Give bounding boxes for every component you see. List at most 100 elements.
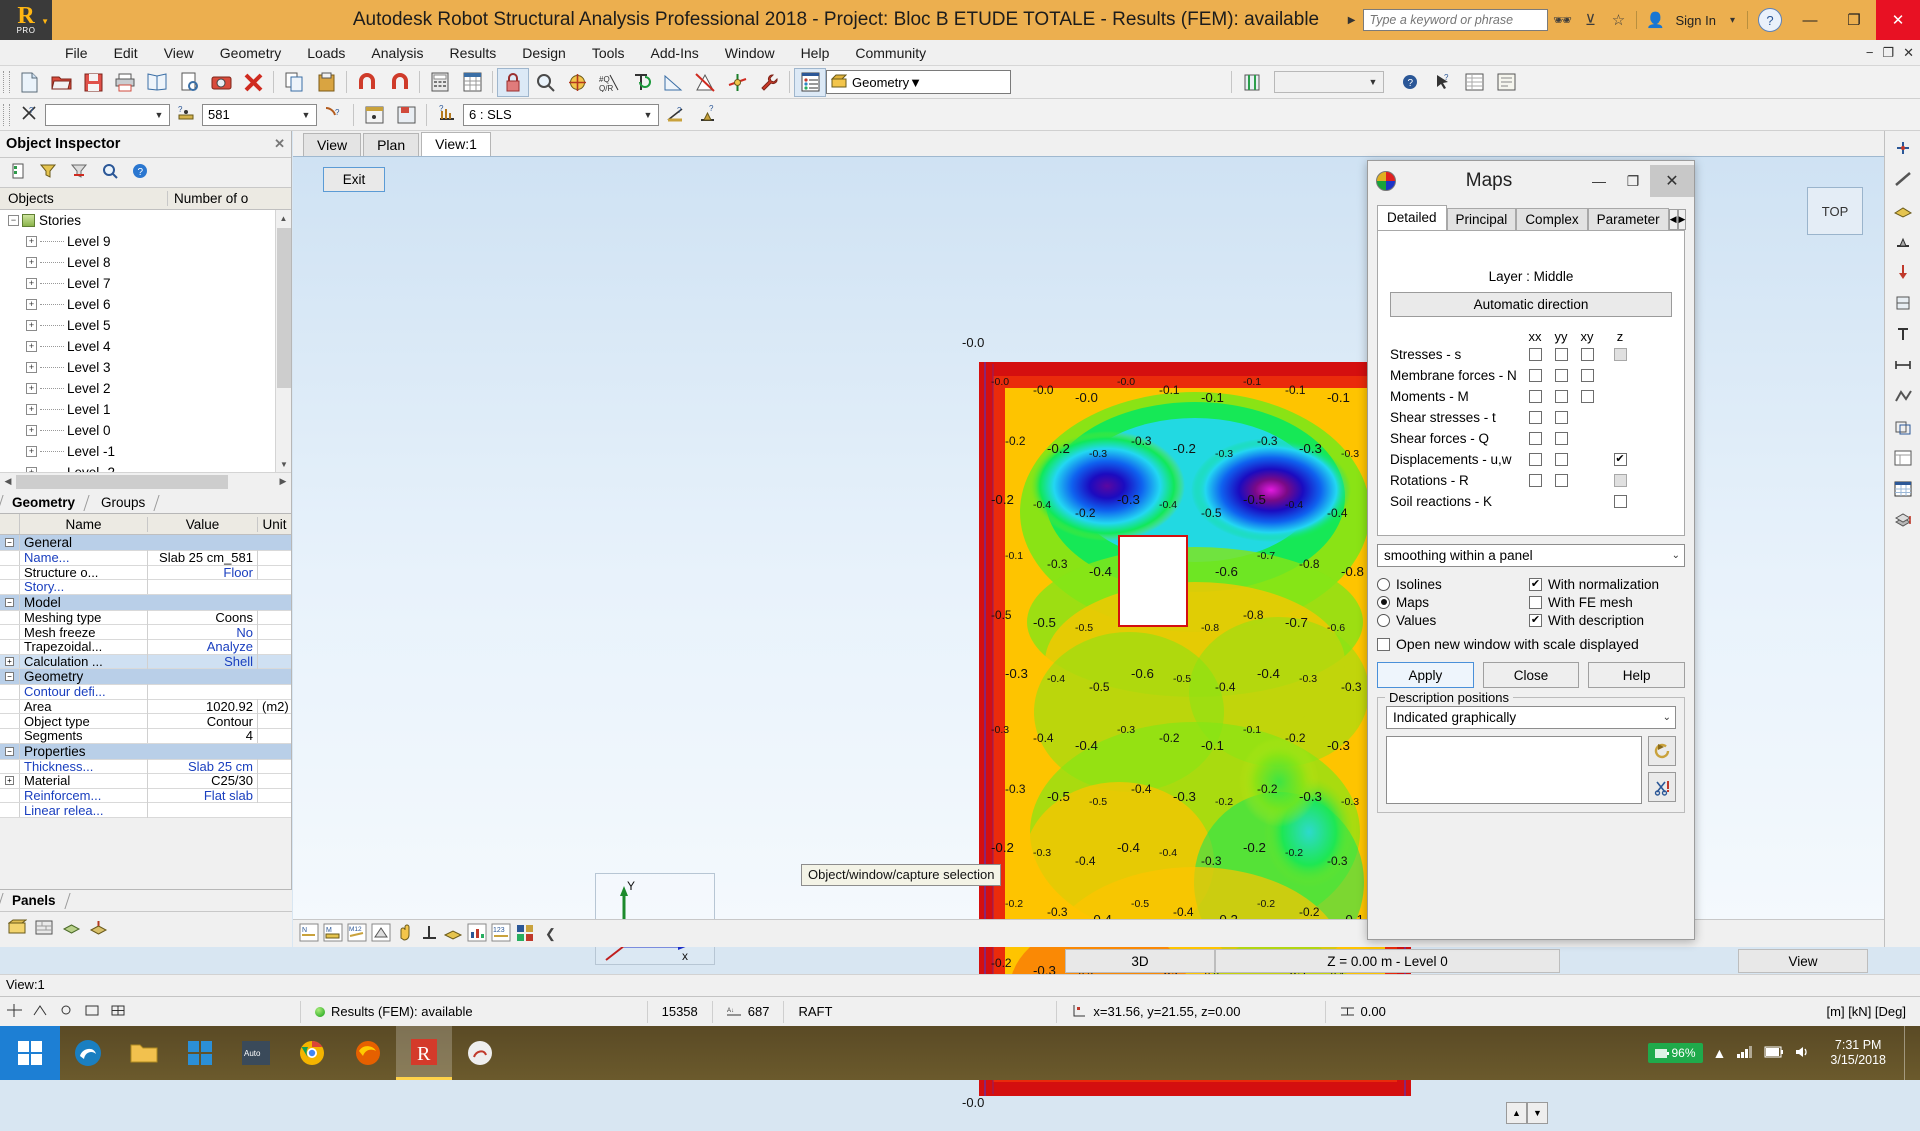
tree-expander[interactable]: +: [26, 362, 37, 373]
polyline-icon[interactable]: [1890, 385, 1916, 407]
automatic-direction-button[interactable]: Automatic direction: [1390, 292, 1672, 317]
tab-groups[interactable]: Groups: [89, 493, 159, 513]
group-expander[interactable]: −: [5, 747, 14, 756]
status-view[interactable]: View: [1738, 949, 1868, 973]
menu-item-help[interactable]: Help: [788, 42, 843, 64]
tree-expander[interactable]: +: [26, 425, 37, 436]
menu-item-view[interactable]: View: [151, 42, 207, 64]
checkbox-with-normalization-control[interactable]: ✔: [1529, 578, 1542, 591]
text-icon[interactable]: [1890, 323, 1916, 345]
report-notes-icon[interactable]: [1490, 68, 1522, 97]
property-value[interactable]: Coons: [148, 610, 258, 625]
wall-icon[interactable]: [35, 919, 54, 940]
tree-item[interactable]: −Stories: [0, 210, 291, 231]
tree-item[interactable]: +Level 6: [0, 294, 291, 315]
property-row[interactable]: Segments4: [0, 729, 291, 744]
chevron-down-icon[interactable]: ▼: [640, 110, 656, 120]
view-type-selector[interactable]: Geometry ▼: [826, 70, 1011, 94]
property-value[interactable]: 1020.92: [148, 699, 258, 714]
close-button[interactable]: ✕: [1876, 0, 1920, 40]
help-button[interactable]: ?: [1758, 8, 1782, 32]
open-icon[interactable]: [45, 68, 77, 97]
property-group[interactable]: −Properties: [0, 744, 291, 760]
property-value[interactable]: No: [148, 625, 258, 640]
menu-item-results[interactable]: Results: [437, 42, 510, 64]
smoothing-select[interactable]: smoothing within a panel ⌄: [1377, 544, 1685, 567]
add-node-icon[interactable]: [1890, 137, 1916, 159]
checkbox-xy[interactable]: [1581, 348, 1594, 361]
show-hidden-icon[interactable]: ▲: [1713, 1045, 1727, 1061]
radio-isolines-control[interactable]: [1377, 578, 1390, 591]
minimize-button[interactable]: —: [1788, 0, 1832, 40]
scroll-down-icon[interactable]: ▼: [276, 456, 291, 472]
view-orientation-badge[interactable]: TOP: [1807, 187, 1863, 235]
maps-minimize-button[interactable]: —: [1582, 164, 1616, 198]
pointer-help-icon[interactable]: ?: [317, 100, 349, 129]
structure-model-icon[interactable]: [1236, 68, 1268, 97]
filter-icon[interactable]: [40, 163, 57, 183]
paste-icon[interactable]: [310, 68, 342, 97]
property-row[interactable]: Story...: [0, 580, 291, 595]
checkbox-xx[interactable]: [1529, 411, 1542, 424]
property-row[interactable]: Trapezoidal...Analyze: [0, 640, 291, 655]
maps-close-button[interactable]: ✕: [1650, 165, 1694, 197]
chevron-down-icon[interactable]: ▼: [909, 75, 922, 90]
checkbox-z[interactable]: ✔: [1614, 453, 1627, 466]
tree-expander[interactable]: +: [26, 341, 37, 352]
print-preview-icon[interactable]: [141, 68, 173, 97]
tree-expander[interactable]: +: [26, 236, 37, 247]
load-case-icon[interactable]: ?: [431, 100, 463, 129]
property-value[interactable]: 4: [148, 728, 258, 743]
group-expander[interactable]: −: [5, 538, 14, 547]
tree-expander[interactable]: +: [26, 257, 37, 268]
stack-icon[interactable]: [1890, 509, 1916, 531]
radio-values-control[interactable]: [1377, 614, 1390, 627]
radio-maps-control[interactable]: [1377, 596, 1390, 609]
tree-item[interactable]: +Level 9: [0, 231, 291, 252]
property-value[interactable]: Shell: [148, 654, 258, 669]
help-arrow-icon[interactable]: ?: [1426, 68, 1458, 97]
selection-combo[interactable]: ▼: [45, 104, 170, 126]
property-row[interactable]: Reinforcem...Flat slab: [0, 789, 291, 804]
property-row[interactable]: Thickness...Slab 25 cm: [0, 760, 291, 775]
copy-icon[interactable]: [278, 68, 310, 97]
menu-item-file[interactable]: File: [52, 42, 101, 64]
printout-composition-icon[interactable]: [173, 68, 205, 97]
firefox-icon[interactable]: [340, 1026, 396, 1080]
mdi-restore-icon[interactable]: ❐: [1882, 45, 1894, 61]
property-row[interactable]: +MaterialC25/30: [0, 774, 291, 789]
maps-tab-parameter[interactable]: Parameter: [1588, 208, 1669, 230]
scroll-left-icon[interactable]: ◀: [0, 476, 16, 487]
tree-item[interactable]: +Level -2: [0, 462, 291, 472]
clock[interactable]: 7:31 PM 3/15/2018: [1822, 1038, 1894, 1068]
panel-icon[interactable]: [8, 919, 27, 940]
section-icon[interactable]: [689, 68, 721, 97]
robot-icon[interactable]: R: [396, 1026, 452, 1080]
chevron-down-icon[interactable]: ▼: [298, 110, 314, 120]
row-expander[interactable]: +: [5, 776, 14, 785]
scroll-right-icon[interactable]: ▶: [275, 476, 291, 487]
cut-icon[interactable]: [1648, 772, 1676, 802]
chevron-down-icon[interactable]: ⌄: [1663, 712, 1671, 723]
explorer-icon[interactable]: [116, 1026, 172, 1080]
layers-icon[interactable]: [10, 163, 26, 183]
tree-item[interactable]: +Level 4: [0, 336, 291, 357]
view-tab-plan[interactable]: Plan: [363, 133, 419, 156]
axis-icon[interactable]: [721, 68, 753, 97]
volume-icon[interactable]: [1794, 1045, 1812, 1062]
checkbox-yy[interactable]: [1555, 369, 1568, 382]
status-level[interactable]: Z = 0.00 m - Level 0: [1215, 949, 1560, 973]
property-value[interactable]: Analyze: [148, 639, 258, 654]
checkbox-yy[interactable]: [1555, 348, 1568, 361]
scroll-up-icon[interactable]: ▲: [276, 210, 291, 226]
load-icon[interactable]: [1890, 261, 1916, 283]
maximize-button[interactable]: ❐: [1832, 0, 1876, 40]
tree-item[interactable]: +Level 3: [0, 357, 291, 378]
maps-tab-next-button[interactable]: ▶: [1678, 209, 1687, 230]
property-group[interactable]: −Model: [0, 595, 291, 611]
property-value[interactable]: Floor: [148, 565, 258, 580]
tree-expander[interactable]: +: [26, 383, 37, 394]
property-row[interactable]: Mesh freezeNo: [0, 625, 291, 640]
menu-item-community[interactable]: Community: [842, 42, 939, 64]
radio-values[interactable]: Values: [1377, 611, 1529, 629]
